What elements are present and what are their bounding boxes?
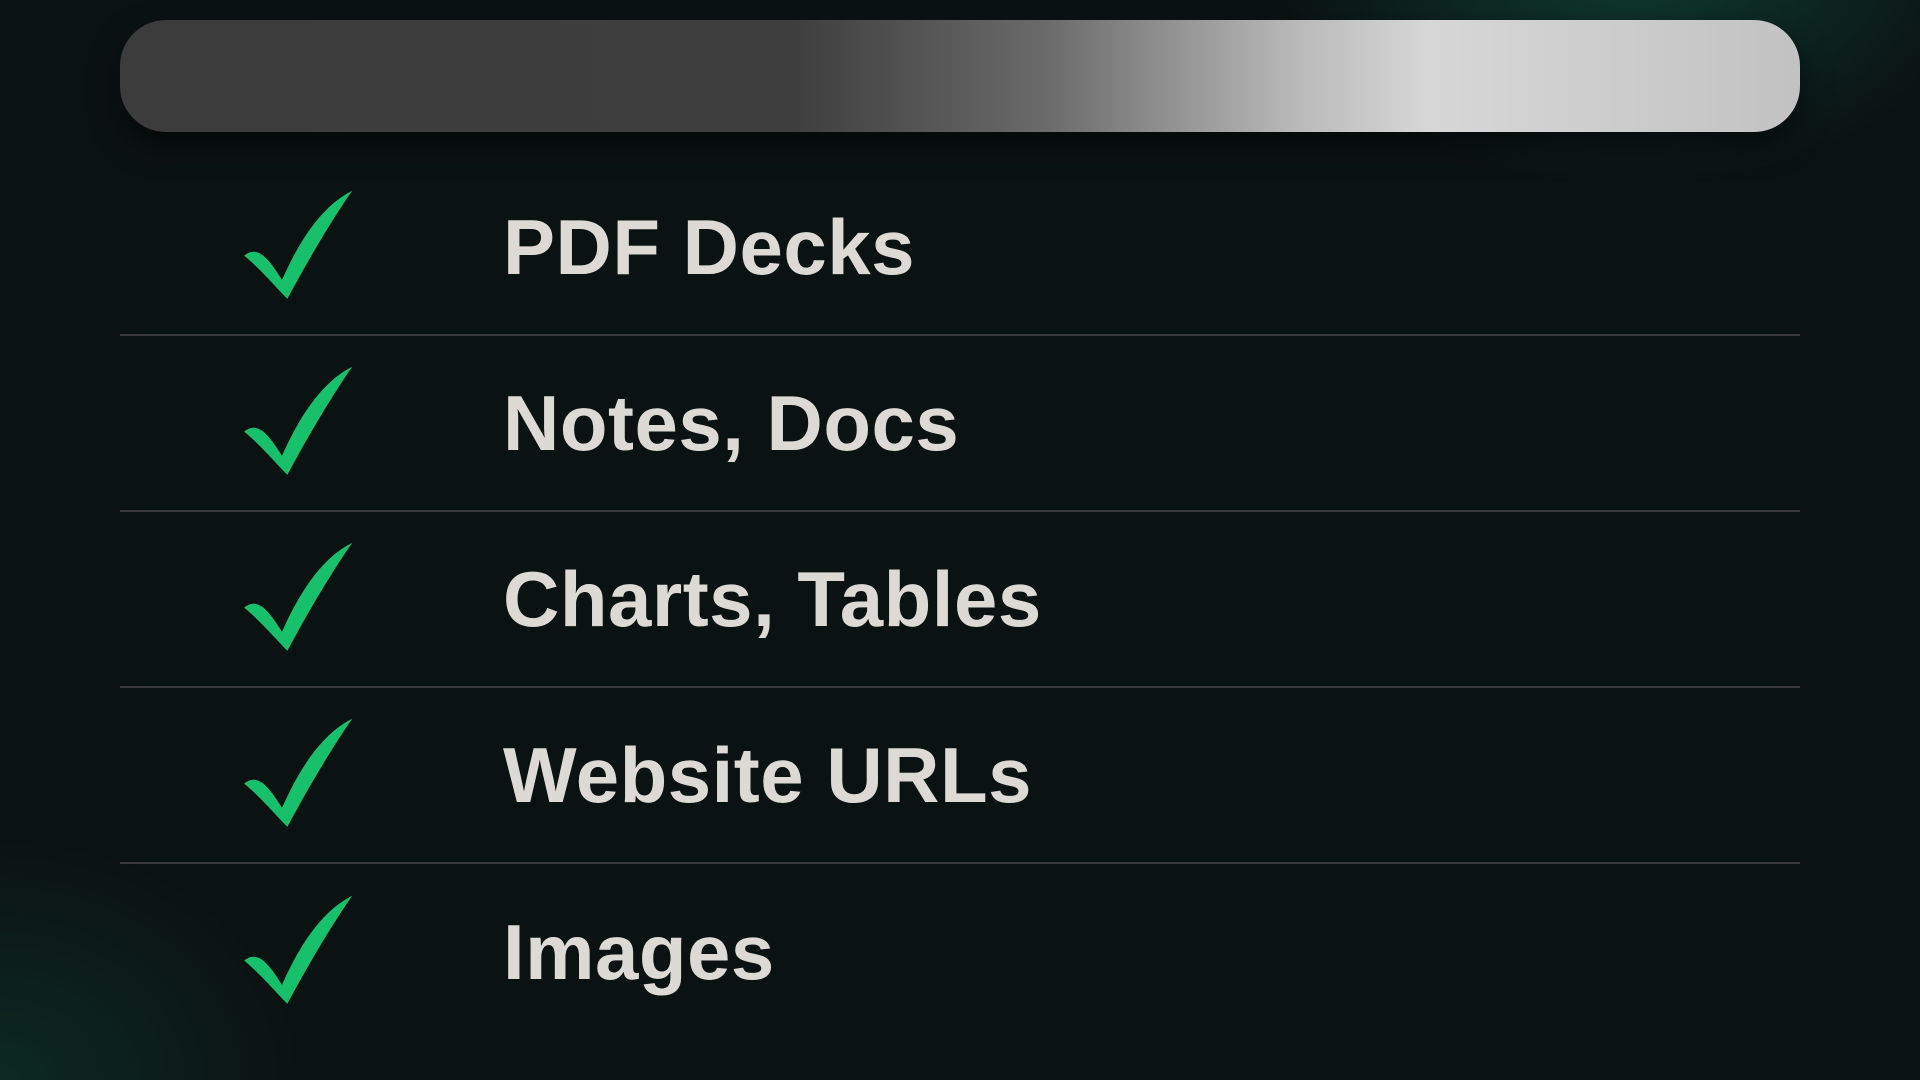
checkmark-icon xyxy=(228,356,363,491)
checkmark-icon xyxy=(228,180,363,315)
list-item: PDF Decks xyxy=(120,160,1800,336)
feature-list: PDF Decks Notes, Docs Charts, Tables Web… xyxy=(120,160,1800,1040)
list-item-label: Charts, Tables xyxy=(503,554,1042,645)
list-item-label: Images xyxy=(503,907,775,998)
checkmark-icon xyxy=(228,532,363,667)
checkmark-icon xyxy=(228,885,363,1020)
content-wrapper: PDF Decks Notes, Docs Charts, Tables Web… xyxy=(0,0,1920,1040)
list-item: Images xyxy=(120,864,1800,1040)
list-item: Notes, Docs xyxy=(120,336,1800,512)
list-item-label: Website URLs xyxy=(503,730,1032,821)
list-item-label: PDF Decks xyxy=(503,202,915,293)
list-item-label: Notes, Docs xyxy=(503,378,959,469)
checkmark-icon xyxy=(228,708,363,843)
list-item: Website URLs xyxy=(120,688,1800,864)
search-bar[interactable] xyxy=(120,20,1800,132)
list-item: Charts, Tables xyxy=(120,512,1800,688)
